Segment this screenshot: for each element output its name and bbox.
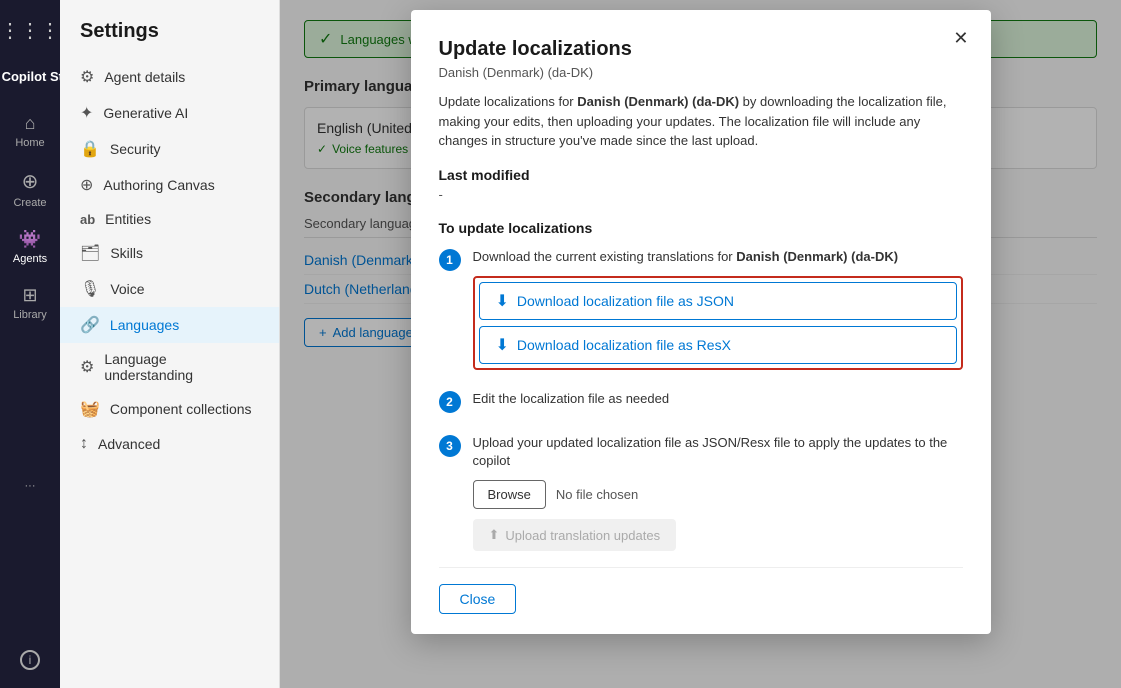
download-resx-icon: ⬇	[496, 335, 509, 355]
browse-label: Browse	[488, 487, 531, 502]
languages-label: Languages	[110, 317, 179, 333]
sidebar-item-entities[interactable]: ab Entities	[60, 203, 279, 235]
download-json-button[interactable]: ⬇ Download localization file as JSON	[479, 282, 957, 320]
modal-title: Update localizations	[439, 38, 963, 61]
close-label: Close	[460, 591, 496, 607]
component-collections-icon: 🧺	[80, 399, 100, 419]
update-localizations-modal: ✕ Update localizations Danish (Denmark) …	[411, 10, 991, 634]
entities-icon: ab	[80, 212, 95, 227]
entities-label: Entities	[105, 211, 151, 227]
sidebar-item-language-understanding[interactable]: ⚙ Language understanding	[60, 343, 279, 391]
close-icon: ✕	[953, 28, 968, 48]
settings-sidebar: Settings ⚙ Agent details ✦ Generative AI…	[60, 0, 280, 688]
desc-bold: Danish (Denmark) (da-DK)	[577, 94, 739, 109]
file-upload-row: Browse No file chosen	[473, 480, 963, 509]
authoring-canvas-label: Authoring Canvas	[103, 177, 214, 193]
sidebar-item-languages[interactable]: 🔗 Languages	[60, 307, 279, 343]
sidebar-item-authoring-canvas[interactable]: ⊕ Authoring Canvas	[60, 167, 279, 203]
sidebar-item-agents[interactable]: 👾 Agents	[3, 221, 57, 273]
modal-backdrop: ✕ Update localizations Danish (Denmark) …	[280, 0, 1121, 688]
upload-icon: ⬆	[489, 527, 500, 543]
download-json-label: Download localization file as JSON	[517, 293, 734, 309]
sidebar-item-agent-details[interactable]: ⚙ Agent details	[60, 59, 279, 95]
voice-icon: 🎙	[80, 279, 100, 299]
desc-part1: Update localizations for	[439, 94, 578, 109]
language-understanding-icon: ⚙	[80, 357, 94, 377]
more-icon: ···	[25, 480, 36, 492]
download-resx-label: Download localization file as ResX	[517, 337, 731, 353]
sidebar-item-library[interactable]: ⊞ Library	[3, 277, 57, 329]
modal-close-footer-button[interactable]: Close	[439, 584, 517, 614]
browse-button[interactable]: Browse	[473, 480, 546, 509]
step1-text-part1: Download the current existing translatio…	[473, 249, 737, 264]
nav-label-agents: Agents	[13, 253, 47, 265]
sidebar-title: Settings	[60, 20, 279, 59]
generative-ai-icon: ✦	[80, 103, 93, 123]
app-grid-icon[interactable]: ⋮⋮⋮	[0, 10, 68, 51]
advanced-label: Advanced	[98, 436, 160, 452]
modal-footer: Close	[439, 567, 963, 614]
sidebar-item-generative-ai[interactable]: ✦ Generative AI	[60, 95, 279, 131]
create-icon: ⊕	[22, 169, 39, 194]
step1-text-bold: Danish (Denmark) (da-DK)	[736, 249, 898, 264]
language-understanding-label: Language understanding	[104, 351, 259, 383]
info-icon: i	[20, 650, 40, 670]
no-file-text: No file chosen	[556, 487, 638, 502]
authoring-canvas-icon: ⊕	[80, 175, 93, 195]
generative-ai-label: Generative AI	[103, 105, 188, 121]
step-2-content: Edit the localization file as needed	[473, 390, 963, 418]
sidebar-item-voice[interactable]: 🎙 Voice	[60, 271, 279, 307]
nav-info[interactable]: i	[3, 642, 57, 678]
upload-translation-button[interactable]: ⬆ Upload translation updates	[473, 519, 677, 551]
modal-subtitle: Danish (Denmark) (da-DK)	[439, 65, 963, 80]
download-json-icon: ⬇	[496, 291, 509, 311]
skills-icon: 🗂	[80, 243, 100, 263]
main-content: ✓ Languages were added Primary language …	[280, 0, 1121, 688]
nav-more[interactable]: ···	[3, 472, 57, 500]
languages-icon: 🔗	[80, 315, 100, 335]
agents-icon: 👾	[19, 229, 41, 250]
step-3: 3 Upload your updated localization file …	[439, 434, 963, 551]
nav-label-library: Library	[13, 309, 47, 321]
skills-label: Skills	[110, 245, 143, 261]
voice-label: Voice	[110, 281, 144, 297]
sidebar-item-create[interactable]: ⊕ Create	[3, 161, 57, 217]
last-modified-value: -	[439, 187, 963, 202]
step-3-text: Upload your updated localization file as…	[473, 434, 963, 470]
library-icon: ⊞	[22, 285, 37, 306]
to-update-label: To update localizations	[439, 220, 963, 236]
download-button-group: ⬇ Download localization file as JSON ⬇ D…	[473, 276, 963, 370]
step-2-text: Edit the localization file as needed	[473, 390, 963, 408]
nav-label-create: Create	[13, 197, 46, 209]
step-2-number: 2	[439, 391, 461, 413]
nav-rail: ⋮⋮⋮ Copilot Studio ⌂ Home ⊕ Create 👾 Age…	[0, 0, 60, 688]
modal-close-button[interactable]: ✕	[945, 24, 976, 53]
step-2: 2 Edit the localization file as needed	[439, 390, 963, 418]
agent-details-icon: ⚙	[80, 67, 94, 87]
last-modified-label: Last modified	[439, 167, 963, 183]
upload-label: Upload translation updates	[505, 528, 660, 543]
nav-label-home: Home	[15, 137, 44, 149]
sidebar-item-component-collections[interactable]: 🧺 Component collections	[60, 391, 279, 427]
home-icon: ⌂	[25, 113, 36, 134]
security-icon: 🔒	[80, 139, 100, 159]
step-1-text: Download the current existing translatio…	[473, 248, 963, 266]
sidebar-item-advanced[interactable]: ↕ Advanced	[60, 427, 279, 461]
sidebar-item-skills[interactable]: 🗂 Skills	[60, 235, 279, 271]
advanced-icon: ↕	[80, 435, 88, 453]
sidebar-item-security[interactable]: 🔒 Security	[60, 131, 279, 167]
step-1-number: 1	[439, 249, 461, 271]
step-3-number: 3	[439, 435, 461, 457]
step-3-content: Upload your updated localization file as…	[473, 434, 963, 551]
sidebar-item-home[interactable]: ⌂ Home	[3, 105, 57, 157]
component-collections-label: Component collections	[110, 401, 252, 417]
security-label: Security	[110, 141, 161, 157]
modal-description: Update localizations for Danish (Denmark…	[439, 92, 963, 151]
step-1-content: Download the current existing translatio…	[473, 248, 963, 374]
agent-details-label: Agent details	[104, 69, 185, 85]
step-1: 1 Download the current existing translat…	[439, 248, 963, 374]
download-resx-button[interactable]: ⬇ Download localization file as ResX	[479, 326, 957, 364]
